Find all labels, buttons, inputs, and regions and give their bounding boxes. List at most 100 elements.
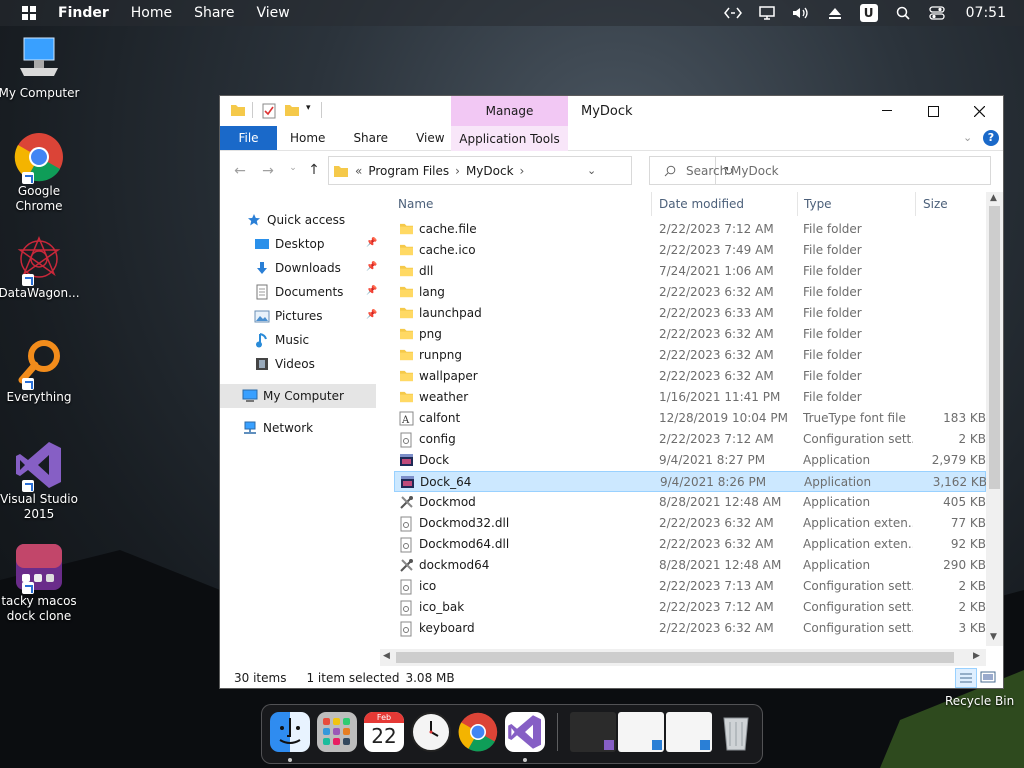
breadcrumb-mydock[interactable]: MyDock xyxy=(466,164,514,178)
scroll-right-icon[interactable]: ▶ xyxy=(973,651,980,661)
window-thumbnail-3[interactable] xyxy=(666,712,712,752)
column-header-type[interactable]: Type xyxy=(804,192,832,216)
table-row[interactable]: runpng 2/22/2023 6:32 AM File folder xyxy=(394,345,986,366)
desktop-icon-my-computer[interactable]: My Computer xyxy=(0,34,84,101)
desktop-icon-visual-studio[interactable]: Visual Studio 2015 xyxy=(0,440,84,522)
tab-application-tools[interactable]: Application Tools xyxy=(451,126,568,151)
desktop-icon-datawagon[interactable]: DataWagon... xyxy=(0,234,84,301)
clock-icon[interactable] xyxy=(411,712,451,752)
tab-home[interactable]: Home xyxy=(277,126,339,150)
folder-icon[interactable] xyxy=(230,103,246,117)
expand-ribbon-icon[interactable]: ⌄ xyxy=(963,131,972,144)
desktop-icon-dock-clone[interactable]: tacky macos dock clone xyxy=(0,542,84,624)
table-row[interactable]: Dock_64 9/4/2021 8:26 PM Application 3,162 … xyxy=(394,471,986,492)
table-row[interactable]: Acalfont 12/28/2019 10:04 PM TrueType font… xyxy=(394,408,986,429)
nav-desktop[interactable]: Desktop 📌 xyxy=(220,232,377,256)
table-row[interactable]: lang 2/22/2023 6:32 AM File folder xyxy=(394,282,986,303)
address-dropdown-icon[interactable]: ⌄ xyxy=(587,164,596,177)
vertical-scroll-thumb[interactable] xyxy=(989,206,1000,489)
column-header-size[interactable]: Size xyxy=(923,192,948,216)
table-row[interactable]: ico 2/22/2023 7:13 AM Configuration sett..… xyxy=(394,576,986,597)
code-icon[interactable] xyxy=(723,4,742,22)
up-button[interactable]: ↑ xyxy=(304,162,324,178)
table-row[interactable]: weather 1/16/2021 11:41 PM File folder xyxy=(394,387,986,408)
nav-quick-access[interactable]: Quick access xyxy=(220,208,376,232)
details-view-icon[interactable] xyxy=(955,668,977,688)
tab-file[interactable]: File xyxy=(220,126,277,150)
table-row[interactable]: Dock 9/4/2021 8:27 PM Application 2,979 KB xyxy=(394,450,986,471)
table-row[interactable]: dll 7/24/2021 1:06 AM File folder xyxy=(394,261,986,282)
nav-videos[interactable]: Videos xyxy=(220,352,376,376)
trash-icon[interactable] xyxy=(716,712,756,752)
properties-icon[interactable] xyxy=(261,103,277,119)
table-row[interactable]: png 2/22/2023 6:32 AM File folder xyxy=(394,324,986,345)
finder-icon[interactable] xyxy=(270,712,310,752)
address-bar[interactable]: « Program Files › MyDock › ⌄ ↻ xyxy=(328,156,734,185)
eject-icon[interactable] xyxy=(826,4,844,22)
table-row[interactable]: keyboard 2/22/2023 6:32 AM Configuration s… xyxy=(394,618,986,639)
scroll-up-icon[interactable]: ▲ xyxy=(990,193,997,203)
clock[interactable]: 07:51 xyxy=(966,5,1006,21)
launchpad-icon[interactable] xyxy=(317,712,357,752)
desktop-icon-google-chrome[interactable]: Google Chrome xyxy=(0,132,84,214)
calendar-icon[interactable]: Feb 22 xyxy=(364,712,404,752)
nav-my-computer[interactable]: My Computer xyxy=(220,384,376,408)
forward-button[interactable]: → xyxy=(258,163,278,179)
pin-icon[interactable]: 📌 xyxy=(366,286,377,296)
table-row[interactable]: cache.ico 2/22/2023 7:49 AM File folder xyxy=(394,240,986,261)
close-button[interactable] xyxy=(956,96,1002,126)
new-folder-icon[interactable] xyxy=(284,103,300,117)
table-row[interactable]: cache.file 2/22/2023 7:12 AM File folder xyxy=(394,219,986,240)
chrome-icon[interactable] xyxy=(458,712,498,752)
pin-icon[interactable]: 📌 xyxy=(366,262,377,272)
table-row[interactable]: wallpaper 2/22/2023 6:32 AM File folder xyxy=(394,366,986,387)
tab-share[interactable]: Share xyxy=(339,126,402,150)
column-header-name[interactable]: Name xyxy=(398,192,433,216)
table-row[interactable]: Dockmod64.dll 2/22/2023 6:32 AM Applicatio… xyxy=(394,534,986,555)
maximize-button[interactable] xyxy=(910,96,956,126)
recycle-bin-label[interactable]: Recycle Bin xyxy=(945,694,1014,708)
pin-icon[interactable]: 📌 xyxy=(366,238,377,248)
scroll-left-icon[interactable]: ◀ xyxy=(383,651,390,661)
desktop-icon-everything[interactable]: Everything xyxy=(0,338,84,405)
window-thumbnail-2[interactable] xyxy=(618,712,664,752)
nav-pictures[interactable]: Pictures 📌 xyxy=(220,304,377,328)
control-center-icon[interactable] xyxy=(928,4,946,22)
menu-home[interactable]: Home xyxy=(131,5,172,21)
breadcrumb-overflow[interactable]: « xyxy=(355,164,362,178)
volume-icon[interactable] xyxy=(792,4,810,22)
large-icons-view-icon[interactable] xyxy=(980,670,996,687)
monitor-icon[interactable] xyxy=(758,4,776,22)
customize-qat-icon[interactable]: ▾ xyxy=(306,103,311,113)
windows-logo-icon[interactable] xyxy=(22,6,36,20)
menu-share[interactable]: Share xyxy=(194,5,234,21)
table-row[interactable]: Dockmod32.dll 2/22/2023 6:32 AM Applicatio… xyxy=(394,513,986,534)
column-header-date-modified[interactable]: Date modified xyxy=(659,192,744,216)
recent-locations-icon[interactable]: ⌄ xyxy=(283,163,303,179)
table-row[interactable]: config 2/22/2023 7:12 AM Configuration set… xyxy=(394,429,986,450)
window-thumbnail-1[interactable] xyxy=(570,712,616,752)
minimize-button[interactable] xyxy=(864,96,910,126)
menu-finder[interactable]: Finder xyxy=(58,5,109,21)
table-row[interactable]: Dockmod 8/28/2021 12:48 AM Application 405 … xyxy=(394,492,986,513)
horizontal-scroll-thumb[interactable] xyxy=(396,652,954,663)
breadcrumb-program-files[interactable]: Program Files xyxy=(368,164,449,178)
pin-icon[interactable]: 📌 xyxy=(366,310,377,320)
visual-studio-icon[interactable] xyxy=(505,712,545,752)
table-row[interactable]: launchpad 2/22/2023 6:33 AM File folder xyxy=(394,303,986,324)
vertical-scrollbar[interactable]: ▲ ▼ xyxy=(986,192,1003,646)
manage-tab[interactable]: Manage xyxy=(451,96,568,126)
menu-view[interactable]: View xyxy=(257,5,290,21)
horizontal-scrollbar[interactable]: ◀ ▶ xyxy=(380,649,986,666)
search-input[interactable]: Search MyDock xyxy=(649,156,991,185)
u-badge-icon[interactable]: U xyxy=(859,4,878,22)
nav-music[interactable]: Music xyxy=(220,328,376,352)
back-button[interactable]: ← xyxy=(230,163,250,179)
nav-downloads[interactable]: Downloads 📌 xyxy=(220,256,377,280)
table-row[interactable]: ico_bak 2/22/2023 7:12 AM Configuration se… xyxy=(394,597,986,618)
nav-network[interactable]: Network xyxy=(220,416,376,440)
nav-documents[interactable]: Documents 📌 xyxy=(220,280,377,304)
search-icon[interactable] xyxy=(894,4,912,22)
help-icon[interactable]: ? xyxy=(983,130,999,146)
table-row[interactable]: dockmod64 8/28/2021 12:48 AM Application 29… xyxy=(394,555,986,576)
